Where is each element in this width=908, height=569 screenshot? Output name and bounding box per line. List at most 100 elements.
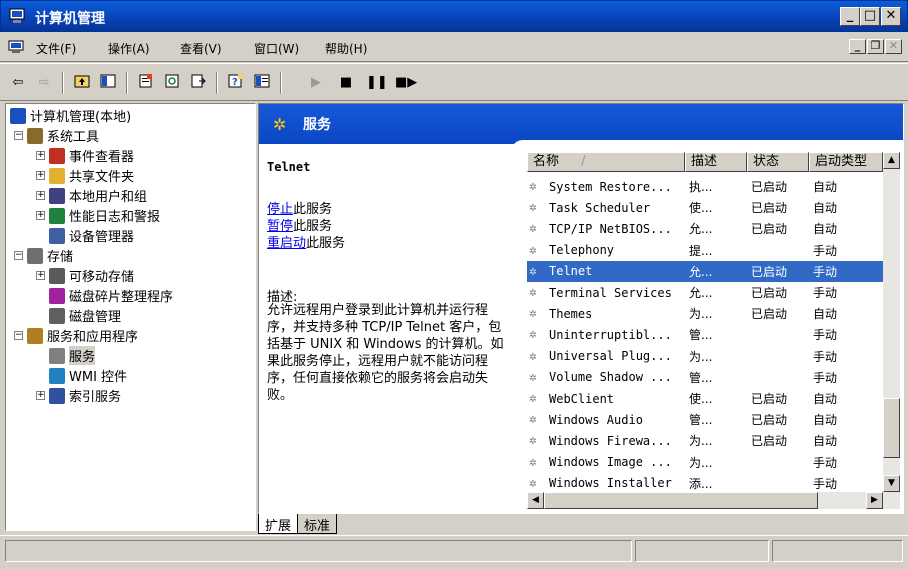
maximize-button[interactable]: □ (860, 7, 880, 26)
tree-item[interactable]: 磁盘碎片整理程序 (36, 286, 173, 305)
title-bar[interactable]: 计算机管理 _ □ ✕ (0, 0, 908, 32)
service-name-text: Windows Firewa... (549, 433, 672, 448)
menu-action[interactable]: 操作(A) (108, 40, 150, 57)
horizontal-scroll-thumb[interactable] (544, 492, 818, 509)
tree-item[interactable]: 服务 (36, 346, 96, 365)
collapse-icon[interactable]: − (14, 251, 23, 260)
service-name-text: Task Scheduler (549, 200, 651, 215)
services-list[interactable]: 名称 / 描述 状态 启动类型 ✲ System Restore... 执... 已启… (527, 152, 883, 492)
service-startup-cell: 自动 (813, 307, 838, 322)
up-folder-icon[interactable] (72, 73, 92, 93)
service-startup-cell: 手动 (813, 243, 838, 258)
console-tree[interactable]: 计算机管理(本地) − 系统工具 + 事件查看器 + 共享文件夹 + 本地用户和组 + 性能日志和警… (5, 103, 256, 531)
tree-item[interactable]: + 事件查看器 (36, 146, 134, 165)
menu-help[interactable]: 帮助(H) (325, 40, 367, 57)
scroll-left-icon[interactable]: ◀ (527, 492, 544, 509)
expand-icon[interactable]: + (36, 151, 45, 160)
tree-item[interactable]: − 服务和应用程序 (14, 326, 138, 345)
selected-service-name: Telnet (267, 160, 311, 174)
service-row[interactable]: ✲ Windows Image ... 为... 手动 (527, 452, 883, 473)
scroll-right-icon[interactable]: ▶ (866, 492, 883, 509)
restart-service-icon[interactable]: ■▶ (395, 73, 417, 93)
mdi-close-button[interactable]: ✕ (885, 39, 902, 54)
menu-view[interactable]: 查看(V) (180, 40, 222, 57)
users-icon (49, 187, 65, 204)
tree-item[interactable]: − 系统工具 (14, 126, 99, 145)
forward-icon[interactable]: ⇨ (34, 73, 54, 93)
tree-item-label: 可移动存储 (69, 270, 135, 285)
expand-icon[interactable]: + (36, 211, 45, 220)
stop-service-icon[interactable]: ■ (336, 73, 356, 93)
tree-item[interactable]: 计算机管理(本地) (10, 106, 131, 125)
tab-standard[interactable]: 标准 (297, 514, 338, 534)
tree-item[interactable]: + 共享文件夹 (36, 166, 134, 185)
menu-window[interactable]: 窗口(W) (254, 40, 299, 57)
column-header-status[interactable]: 状态 (747, 152, 809, 172)
service-name-cell: ✲ Windows Firewa... (527, 433, 685, 448)
pause-service-icon[interactable]: ❚❚ (366, 73, 388, 93)
service-name-cell: ✲ WebClient (527, 391, 685, 406)
expand-icon[interactable]: + (36, 391, 45, 400)
service-row[interactable]: ✲ Volume Shadow ... 管... 手动 (527, 367, 883, 388)
help-icon[interactable]: ? (226, 73, 246, 93)
service-row[interactable]: ✲ Terminal Services 允... 已启动 手动 (527, 282, 883, 303)
mdi-restore-button[interactable]: ❐ (867, 39, 884, 54)
column-header-name[interactable]: 名称 / (527, 152, 685, 172)
service-row[interactable]: ✲ System Restore... 执... 已启动 自动 (527, 176, 883, 197)
service-gear-icon: ✲ (529, 433, 537, 449)
back-icon[interactable]: ⇦ (8, 73, 28, 93)
expand-icon[interactable]: + (36, 271, 45, 280)
tree-item[interactable]: 设备管理器 (36, 226, 134, 245)
service-description-cell: 使... (689, 392, 713, 406)
service-name-text: Volume Shadow ... (549, 370, 672, 385)
service-row[interactable]: ✲ Telephony 提... 手动 (527, 240, 883, 261)
menu-file[interactable]: 文件(F) (36, 40, 76, 57)
vertical-scroll-thumb[interactable] (883, 398, 900, 458)
computer-icon (10, 107, 26, 124)
service-row[interactable]: ✲ WebClient 使... 已启动 自动 (527, 388, 883, 409)
service-row[interactable]: ✲ Uninterruptibl... 管... 手动 (527, 324, 883, 345)
restart-service-action: 重启动此服务 (267, 232, 345, 251)
service-row[interactable]: ✲ Themes 为... 已启动 自动 (527, 303, 883, 324)
service-row[interactable]: ✲ Telnet 允... 已启动 手动 (527, 260, 883, 282)
show-hide-tree-icon[interactable] (98, 73, 118, 93)
collapse-icon[interactable]: − (14, 331, 23, 340)
expand-icon[interactable]: + (36, 191, 45, 200)
service-row[interactable]: ✲ Windows Firewa... 为... 已启动 自动 (527, 430, 883, 451)
restart-service-link[interactable]: 重启动 (267, 236, 306, 251)
tree-item[interactable]: + 本地用户和组 (36, 186, 147, 205)
tree-item[interactable]: + 性能日志和警报 (36, 206, 160, 225)
tree-item[interactable]: WMI 控件 (36, 366, 127, 385)
tab-extended[interactable]: 扩展 (258, 514, 299, 534)
refresh-icon[interactable] (162, 73, 182, 93)
service-row[interactable]: ✲ Task Scheduler 使... 已启动 自动 (527, 197, 883, 218)
service-name-text: Windows Installer (549, 476, 672, 491)
export-list-icon[interactable] (188, 73, 208, 93)
tree-item-label: 存储 (47, 250, 74, 265)
column-header-description[interactable]: 描述 (685, 152, 747, 172)
scroll-down-icon[interactable]: ▼ (883, 475, 900, 492)
console-view-icon[interactable] (252, 73, 272, 93)
scroll-up-icon[interactable]: ▲ (883, 152, 900, 169)
tree-item[interactable]: − 存储 (14, 246, 73, 265)
tree-item[interactable]: + 索引服务 (36, 386, 121, 405)
column-header-startup-type[interactable]: 启动类型 (809, 152, 883, 172)
service-row[interactable]: ✲ Windows Installer 添... 手动 (527, 473, 883, 492)
properties-icon[interactable] (136, 73, 156, 93)
minimize-button[interactable]: _ (840, 7, 860, 26)
vertical-scrollbar[interactable]: ▲ ▼ (883, 152, 900, 492)
mdi-minimize-button[interactable]: _ (849, 39, 866, 54)
collapse-icon[interactable]: − (14, 131, 23, 140)
service-row[interactable]: ✲ Windows Audio 管... 已启动 自动 (527, 409, 883, 430)
close-button[interactable]: ✕ (881, 7, 901, 26)
tree-item[interactable]: 磁盘管理 (36, 306, 121, 325)
horizontal-scrollbar[interactable]: ◀ ▶ (527, 492, 900, 509)
service-row[interactable]: ✲ Universal Plug... 为... 手动 (527, 346, 883, 367)
start-service-icon[interactable]: ▶ (306, 73, 326, 93)
service-name-cell: ✲ Volume Shadow ... (527, 370, 685, 385)
service-startup-cell: 自动 (813, 413, 838, 428)
expand-icon[interactable]: + (36, 171, 45, 180)
mdi-window-icon[interactable] (8, 40, 24, 54)
service-row[interactable]: ✲ TCP/IP NetBIOS... 允... 已启动 自动 (527, 218, 883, 239)
tree-item[interactable]: + 可移动存储 (36, 266, 134, 285)
